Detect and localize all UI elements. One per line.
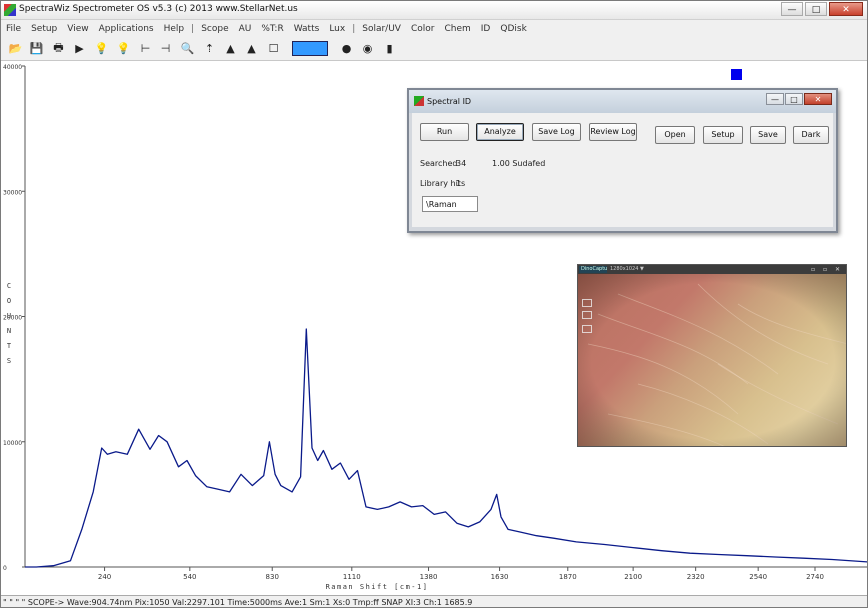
searched-count: 34 [456,159,467,168]
camera-tool-icon[interactable] [582,325,592,333]
run-arrow-icon[interactable]: ▶ [71,40,88,57]
window-controls: — □ ✕ [781,1,863,17]
close-button[interactable]: ✕ [829,2,863,16]
peaks-chart-icon[interactable]: ▲ [243,40,260,57]
x-tick-label: 830 [266,573,279,581]
spectral-id-dialog: Spectral ID — □ ✕ Run Analyze Save Log R… [407,88,838,233]
x-tick-label: 2100 [624,573,642,581]
match-result: 1.00 Sudafed [492,159,546,168]
menu-au[interactable]: AU [234,24,257,34]
x-tick-label: 1110 [343,573,361,581]
cursor-right-icon[interactable]: ⊣ [157,40,174,57]
menu-applications[interactable]: Applications [94,24,159,34]
x-tick-label: 2540 [749,573,767,581]
toolbar: 📂 💾 🖶 ▶ 💡 💡 ⊢ ⊣ 🔍 ⇡ ▲ ▲ ☐ ● ◉ ▮ [1,37,867,61]
minimize-button[interactable]: — [781,2,803,16]
menu-bar: File Setup View Applications Help | Scope AU %T:… [1,21,867,36]
menu-view[interactable]: View [62,24,93,34]
scale-up-icon[interactable]: ⇡ [201,40,218,57]
x-tick-label: 540 [183,573,196,581]
color-wheel-icon[interactable]: ◉ [359,40,376,57]
status-indicator-square [731,69,742,80]
y-tick-label: 10000 [3,440,22,447]
y-tick-label: 30000 [3,189,22,196]
x-tick-label: 1380 [420,573,438,581]
dialog-title: Spectral ID [427,97,472,106]
menu--t-r[interactable]: %T:R [256,24,288,34]
run-button[interactable]: Run [420,123,469,141]
peak-chart-icon[interactable]: ▲ [222,40,239,57]
menu-lux[interactable]: Lux [324,24,350,34]
menu-separator: | [191,23,195,34]
save-button[interactable]: Save [750,126,786,144]
save-icon[interactable]: 💾 [28,40,45,57]
menu-setup[interactable]: Setup [26,24,62,34]
zoom-icon[interactable]: 🔍 [179,40,196,57]
menu-solar-uv[interactable]: Solar/UV [357,24,406,34]
camera-title-bar[interactable]: DinoCapture 1280x1024 ▼ ▫ ▫ ✕ [578,265,846,274]
library-path-input[interactable] [422,196,478,212]
x-tick-label: 1630 [491,573,509,581]
menu-scope[interactable]: Scope [196,24,233,34]
x-tick-label: 1870 [559,573,577,581]
library-hits-count: 1 [456,179,462,188]
lightbulb-dark-icon[interactable]: 💡 [93,40,110,57]
dark-button[interactable]: Dark [793,126,829,144]
cursor-left-icon[interactable]: ⊢ [137,40,154,57]
camera-tool-icon[interactable] [582,311,592,319]
analyze-button[interactable]: Analyze [476,123,524,141]
camera-tab[interactable]: DinoCapture [579,266,607,273]
dialog-controls: — □ ✕ [766,93,832,105]
dialog-maximize-button[interactable]: □ [785,93,803,105]
menu-color[interactable]: Color [406,24,440,34]
menu-help[interactable]: Help [159,24,190,34]
open-folder-icon[interactable]: 📂 [7,40,24,57]
menu-file[interactable]: File [1,24,26,34]
menu-watts[interactable]: Watts [289,24,325,34]
y-axis-label: COUNTS [6,282,12,365]
microscope-image [578,274,846,446]
menu-qdisk[interactable]: QDisk [495,24,531,34]
menu-separator: | [352,23,356,34]
title-bar: SpectraWiz Spectrometer OS v5.3 (c) 2013… [1,1,867,20]
memo-icon[interactable]: ☐ [265,40,282,57]
camera-tool-icon[interactable] [582,299,592,307]
print-icon[interactable]: 🖶 [50,40,67,57]
save-log-button[interactable]: Save Log [532,123,581,141]
color-bulb-icon[interactable]: ● [338,40,355,57]
spectral-id-icon [414,96,424,106]
menu-id[interactable]: ID [476,24,496,34]
scope-color-swatch[interactable] [292,41,328,56]
maximize-button[interactable]: □ [805,2,827,16]
setup-button[interactable]: Setup [703,126,743,144]
open-button[interactable]: Open [655,126,695,144]
lightbulb-bright-icon[interactable]: 💡 [115,40,132,57]
x-tick-label: 2320 [687,573,705,581]
x-tick-label: 2740 [806,573,824,581]
searched-label: Searched [420,159,458,168]
app-logo-icon [4,4,16,16]
window-title: SpectraWiz Spectrometer OS v5.3 (c) 2013… [19,4,298,14]
dialog-close-button[interactable]: ✕ [804,93,832,105]
spectrawiz-window: SpectraWiz Spectrometer OS v5.3 (c) 2013… [0,0,868,608]
y-tick-label: 0 [3,565,7,572]
x-tick-label: 240 [98,573,111,581]
dialog-title-bar[interactable]: Spectral ID — □ ✕ [409,90,836,113]
review-log-button[interactable]: Review Log [589,123,637,141]
y-tick-label: 40000 [3,64,22,71]
dialog-minimize-button[interactable]: — [766,93,784,105]
book-icon[interactable]: ▮ [381,40,398,57]
resolution-select[interactable]: 1280x1024 ▼ [610,266,644,273]
camera-window-controls[interactable]: ▫ ▫ ✕ [811,265,843,274]
menu-chem[interactable]: Chem [439,24,475,34]
status-bar: " " " " SCOPE-> Wave:904.74nm Pix:1050 V… [1,595,867,607]
x-axis-label: Raman Shift [cm-1] [326,583,429,591]
camera-window: DinoCapture 1280x1024 ▼ ▫ ▫ ✕ [577,264,847,447]
dialog-body: Run Analyze Save Log Review Log Open Set… [412,113,833,227]
